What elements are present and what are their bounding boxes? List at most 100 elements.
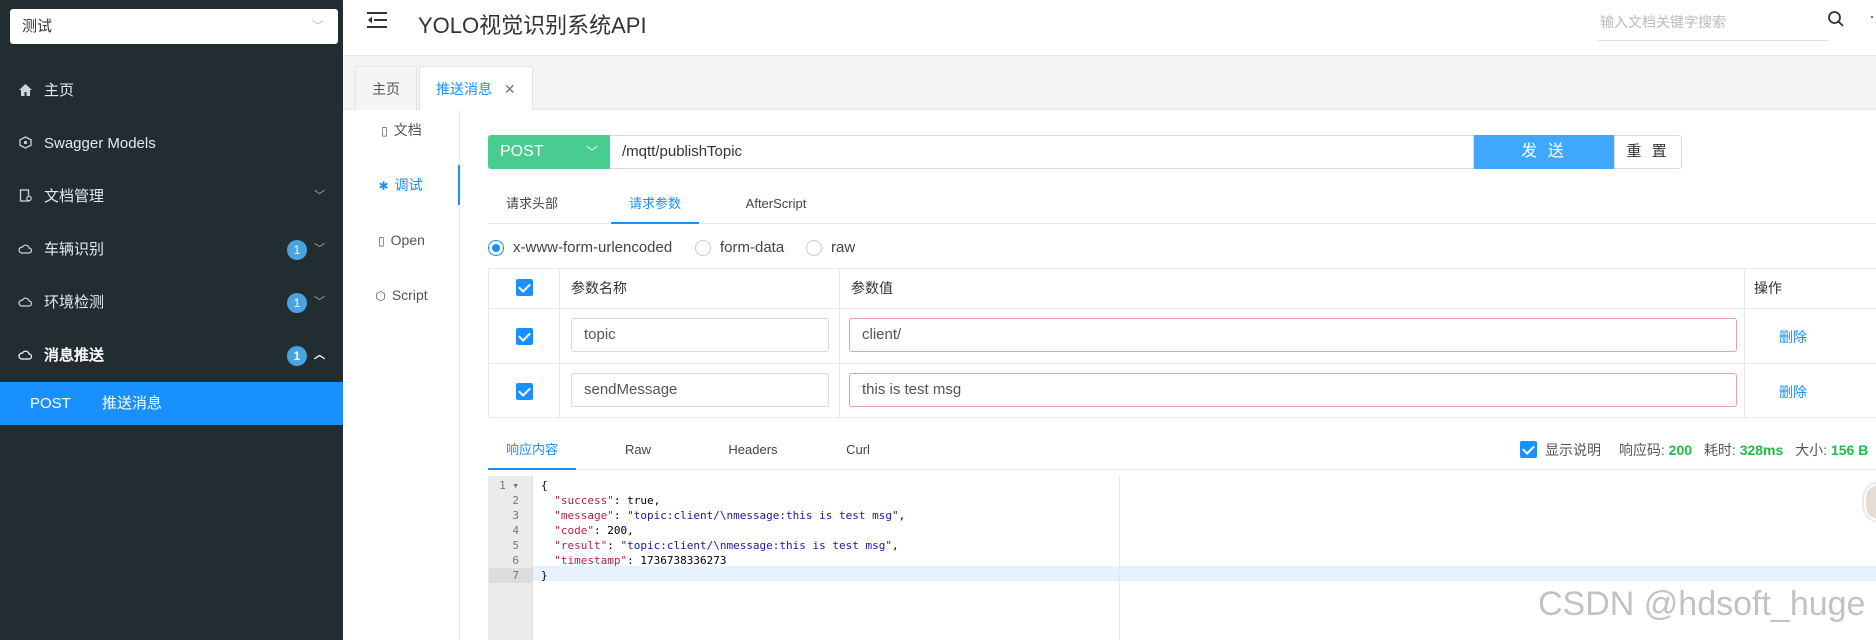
tab-response-raw[interactable]: Raw xyxy=(608,430,668,470)
row-checkbox[interactable] xyxy=(516,328,533,345)
tab-response-headers[interactable]: Headers xyxy=(713,430,793,470)
param-value-input[interactable]: this is test msg xyxy=(849,373,1737,407)
close-icon[interactable]: ✕ xyxy=(504,81,516,97)
response-meta: 显示说明 响应码: 200 耗时: 328ms 大小: 156 B xyxy=(1520,430,1868,470)
more-icon[interactable]: · xyxy=(1869,6,1875,27)
sidebar-item-label: 主页 xyxy=(44,82,75,99)
radio-raw[interactable]: raw xyxy=(806,237,855,259)
line-number: 7 xyxy=(489,568,533,583)
line-gutter: 1 ▾ 2 3 4 5 6 7 xyxy=(489,476,533,640)
radio-dot xyxy=(488,240,504,256)
method-select[interactable]: POST ﹀ xyxy=(488,135,610,169)
tab-push-message[interactable]: 推送消息 ✕ xyxy=(419,66,533,110)
docnav-item-open[interactable]: ▯ Open xyxy=(343,220,460,260)
docnav-item-script[interactable]: ⬡ Script xyxy=(343,275,460,315)
reset-button[interactable]: 重 置 xyxy=(1614,135,1682,169)
doc-nav: ▯ 文档 ✱ 调试 ▯ Open ⬡ Script xyxy=(343,110,460,640)
method-value: POST xyxy=(500,143,544,160)
sidebar-item-swagger-models[interactable]: Swagger Models xyxy=(0,117,343,170)
script-icon: ⬡ xyxy=(375,289,386,303)
code-line: } xyxy=(541,569,548,582)
sidebar-item-home[interactable]: 主页 xyxy=(0,64,343,117)
tab-request-params[interactable]: 请求参数 xyxy=(611,184,699,224)
sidebar-item-environment[interactable]: 环境检测 1 ﹀ xyxy=(0,276,343,329)
chevron-down-icon: ﹀ xyxy=(314,190,325,202)
docnav-label: 调试 xyxy=(394,177,423,193)
print-margin xyxy=(1119,476,1120,640)
docnav-item-debug[interactable]: ✱ 调试 xyxy=(343,165,460,205)
group-select[interactable]: 测试 ﹀ xyxy=(10,9,338,44)
show-desc-label: 显示说明 xyxy=(1545,442,1601,458)
cloud-icon xyxy=(16,329,34,382)
tab-response-curl[interactable]: Curl xyxy=(828,430,888,470)
sidebar-item-vehicle[interactable]: 车辆识别 1 ﹀ xyxy=(0,223,343,276)
app-title: YOLO视觉识别系统API xyxy=(418,13,647,38)
line-number: 6 xyxy=(512,554,519,567)
table-row: sendMessage this is test msg 删除 xyxy=(489,364,1876,419)
delete-link[interactable]: 删除 xyxy=(1779,327,1807,347)
param-name-input[interactable]: topic xyxy=(571,318,829,352)
chevron-up-icon: ︿ xyxy=(314,349,325,361)
tab-after-script[interactable]: AfterScript xyxy=(724,184,828,224)
row-checkbox[interactable] xyxy=(516,383,533,400)
params-table: 参数名称 参数值 操作 topic client/ 删除 sendMessage… xyxy=(488,268,1876,419)
line-number: 3 xyxy=(512,509,519,522)
response-code: 200 xyxy=(1668,442,1693,458)
sidebar-item-label: Swagger Models xyxy=(44,135,156,152)
delete-link[interactable]: 删除 xyxy=(1779,382,1807,402)
menu-collapse-icon[interactable] xyxy=(367,10,391,34)
count-badge: 1 xyxy=(287,293,307,313)
docnav-item-doc[interactable]: ▯ 文档 xyxy=(343,110,460,150)
chevron-down-icon: ﹀ xyxy=(314,243,325,255)
sidebar-subitem-label: 推送消息 xyxy=(102,395,163,412)
show-desc-checkbox[interactable] xyxy=(1520,441,1537,458)
line-number: 4 xyxy=(512,524,519,537)
top-header: YOLO视觉识别系统API 输入文档关键字搜索 · xyxy=(343,0,1876,56)
sidebar-subitem-push-message[interactable]: POST 推送消息 xyxy=(0,382,343,425)
home-icon xyxy=(16,64,34,117)
table-header-row: 参数名称 参数值 操作 xyxy=(489,269,1876,309)
param-value-input[interactable]: client/ xyxy=(849,318,1737,352)
count-badge: 1 xyxy=(287,346,307,366)
radio-form-data[interactable]: form-data xyxy=(695,237,784,259)
tab-label: 推送消息 xyxy=(436,81,492,97)
cloud-icon xyxy=(16,276,34,329)
chevron-down-icon: ﹀ xyxy=(311,19,324,33)
tab-request-headers[interactable]: 请求头部 xyxy=(488,184,576,224)
code-line: { xyxy=(541,479,548,492)
chevron-down-icon: ﹀ xyxy=(585,145,598,159)
search-icon[interactable] xyxy=(1827,10,1847,30)
doc-search-input[interactable]: 输入文档关键字搜索 xyxy=(1598,8,1828,41)
tab-response-content[interactable]: 响应内容 xyxy=(488,430,576,470)
response-tabs: 响应内容 Raw Headers Curl 显示说明 响应码: 200 耗时: … xyxy=(488,430,1876,470)
doc-manage-icon xyxy=(16,170,34,223)
code-line: "success": true, xyxy=(554,494,661,507)
url-input[interactable]: /mqtt/publishTopic xyxy=(610,135,1474,169)
send-button[interactable]: 发 送 xyxy=(1474,135,1614,169)
docnav-label: 文档 xyxy=(393,122,422,138)
page-tabs: 主页 推送消息 ✕ xyxy=(343,56,1876,110)
request-tabs: 请求头部 请求参数 AfterScript xyxy=(488,184,1876,224)
sidebar-item-doc-manage[interactable]: 文档管理 ﹀ xyxy=(0,170,343,223)
code-line: "message": "topic:client/\nmessage:this … xyxy=(554,509,906,522)
select-all-checkbox[interactable] xyxy=(516,279,533,296)
sidebar-item-label: 消息推送 xyxy=(44,347,105,364)
param-name-input[interactable]: sendMessage xyxy=(571,373,829,407)
tab-home[interactable]: 主页 xyxy=(355,66,417,110)
count-badge: 1 xyxy=(287,240,307,260)
line-number: 2 xyxy=(512,494,519,507)
radio-urlencoded[interactable]: x-www-form-urlencoded xyxy=(488,237,672,259)
file-icon: ▯ xyxy=(378,234,385,248)
sidebar-item-label: 文档管理 xyxy=(44,188,105,205)
column-header: 参数值 xyxy=(851,280,893,296)
column-header: 参数名称 xyxy=(571,280,627,296)
column-header: 操作 xyxy=(1754,280,1782,296)
bug-icon: ✱ xyxy=(378,179,389,193)
code-line: "result": "topic:client/\nmessage:this i… xyxy=(554,539,899,552)
group-select-value: 测试 xyxy=(22,18,53,35)
code-line: "timestamp": 1736738336273 xyxy=(554,554,727,567)
sidebar-item-message-push[interactable]: 消息推送 1 ︿ xyxy=(0,329,343,382)
radio-dot xyxy=(695,240,711,256)
request-bar: POST ﹀ /mqtt/publishTopic 发 送 重 置 xyxy=(488,135,1682,169)
time-label: 耗时: xyxy=(1703,442,1736,458)
